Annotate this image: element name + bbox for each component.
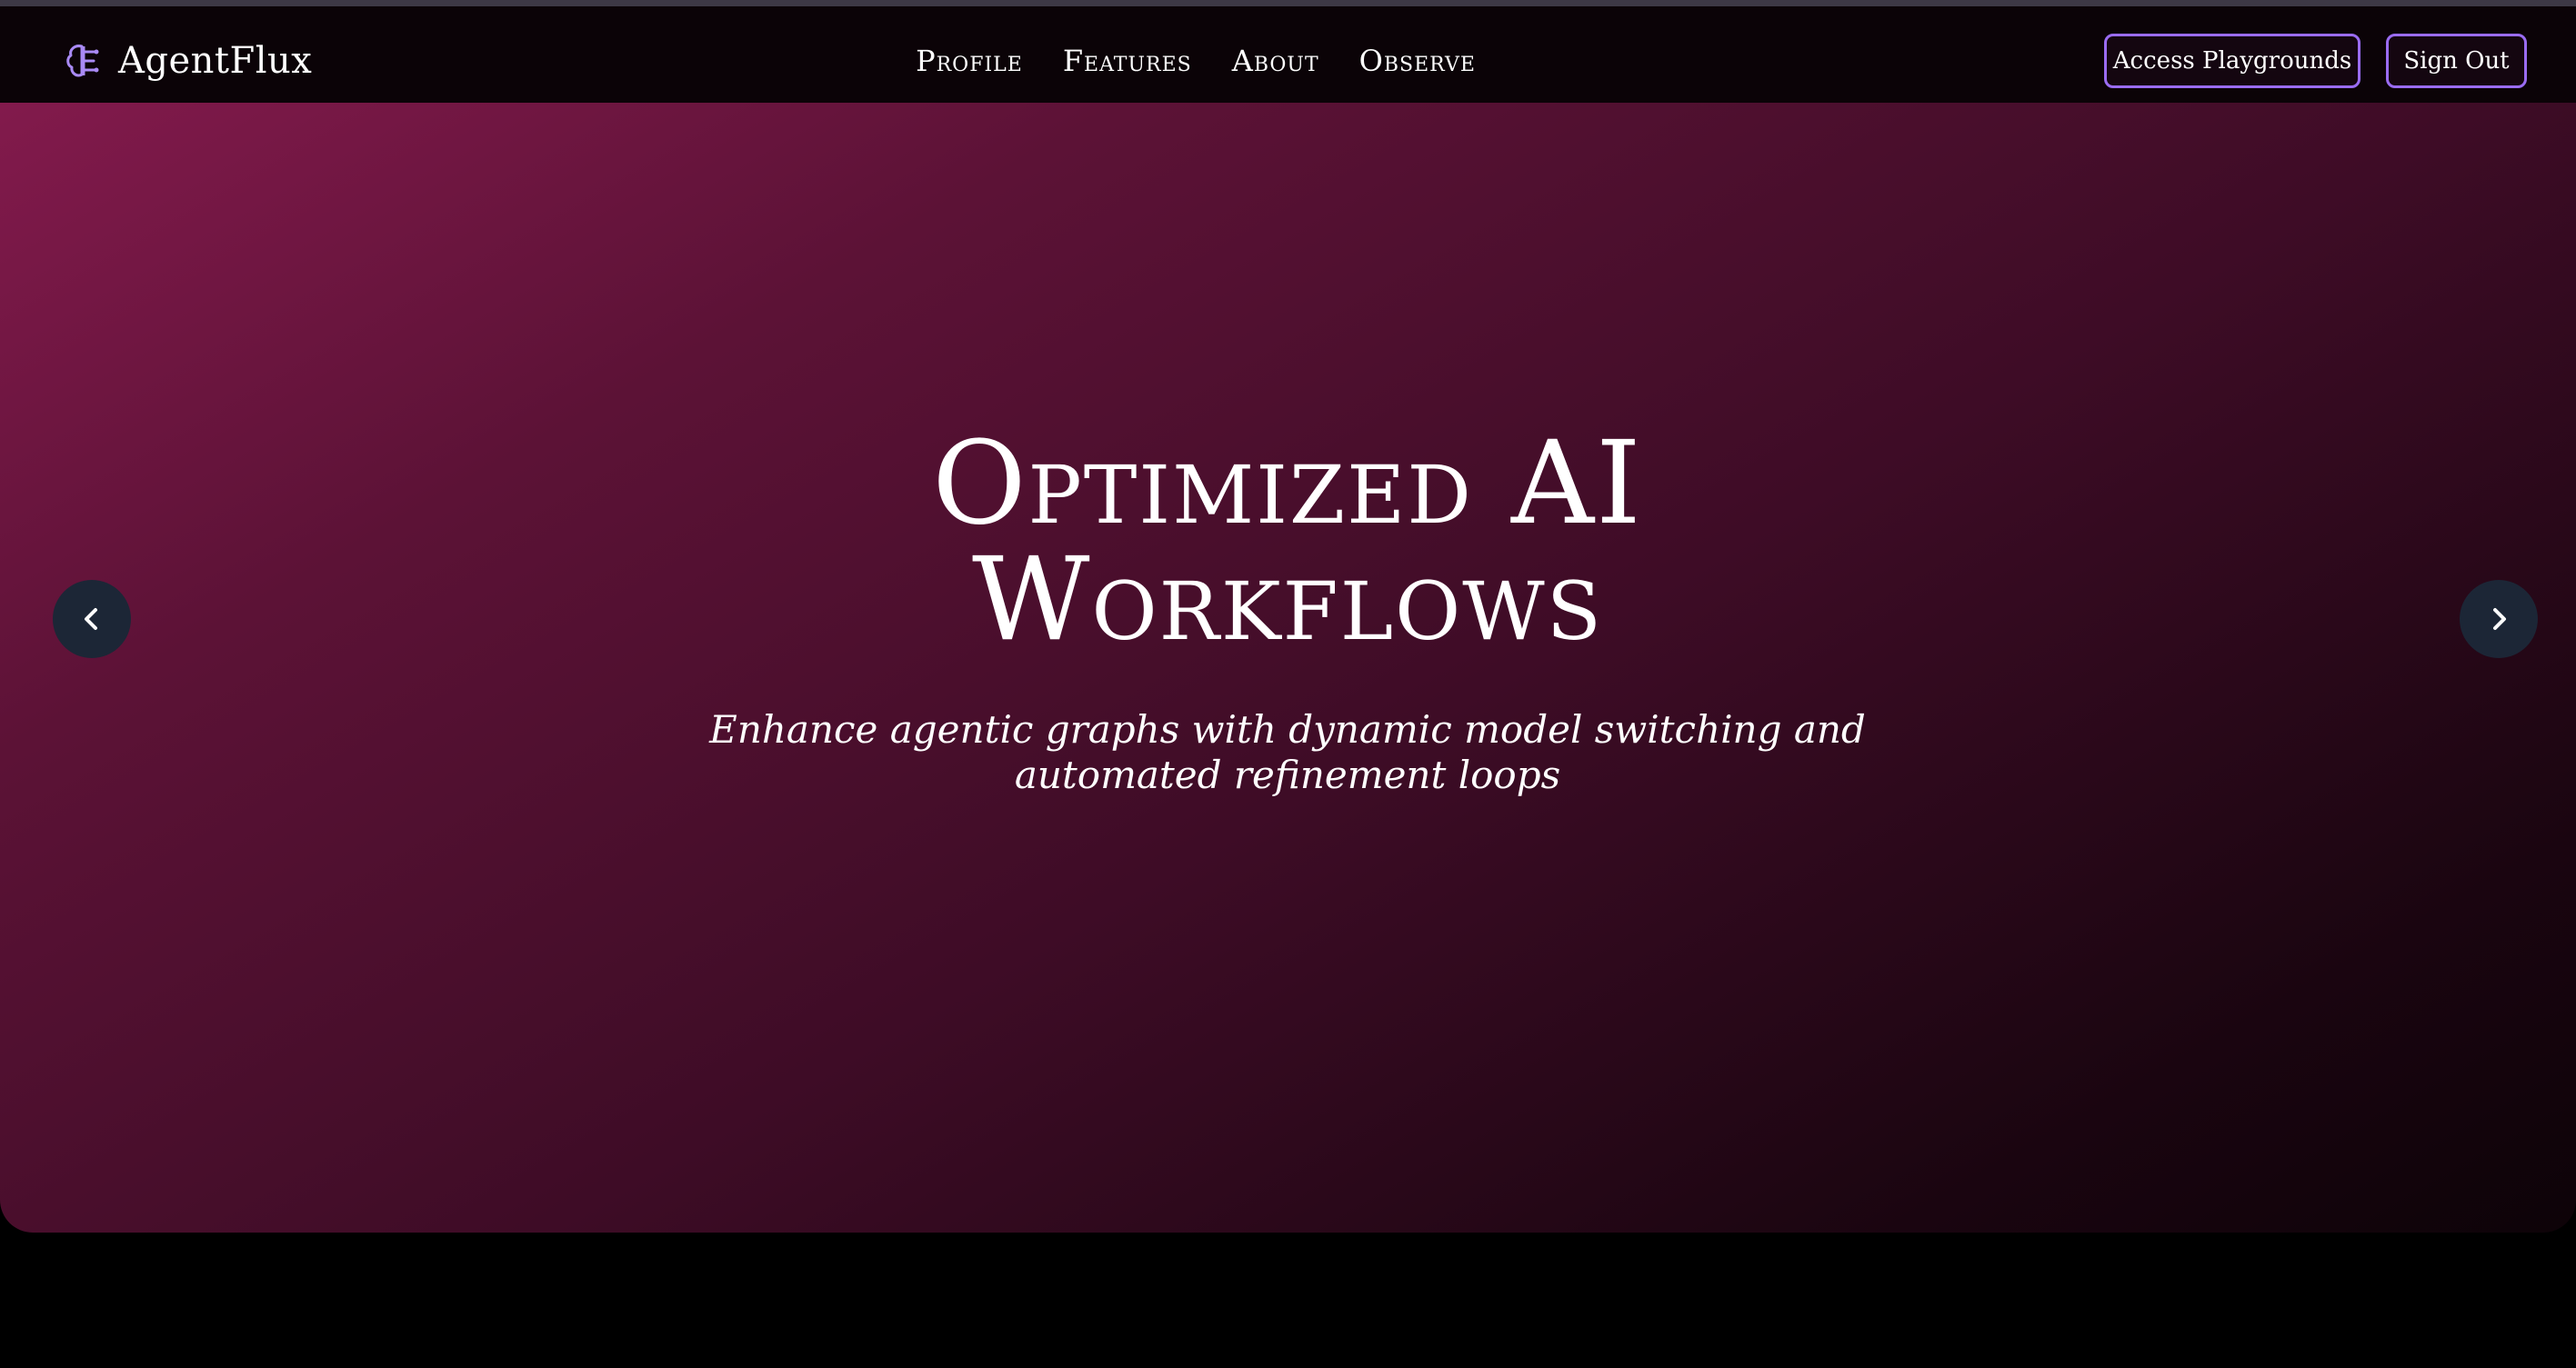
top-navbar: AgentFlux Profile Features About Observe… <box>0 6 2576 103</box>
chevron-left-icon <box>85 608 97 630</box>
sign-out-button[interactable]: Sign Out <box>2386 34 2527 88</box>
access-playgrounds-button[interactable]: Access Playgrounds <box>2104 34 2360 88</box>
brain-icon <box>64 41 104 81</box>
carousel-next-button[interactable] <box>2460 580 2538 658</box>
brand-name: AgentFlux <box>118 40 313 82</box>
nav-link-about[interactable]: About <box>1232 44 1319 78</box>
window-top-strip <box>0 0 2576 6</box>
hero-subtitle: Enhance agentic graphs with dynamic mode… <box>709 707 1866 797</box>
chevron-right-icon <box>2493 608 2506 630</box>
main-nav: Profile Features About Observe <box>909 34 1482 88</box>
nav-link-observe[interactable]: Observe <box>1359 44 1476 78</box>
hero-title-line-2: Workflows <box>971 533 1604 666</box>
nav-link-profile[interactable]: Profile <box>916 44 1023 78</box>
hero-title: Optimized AI Workflows <box>560 425 2015 658</box>
hero-carousel: Optimized AI Workflows Enhance agentic g… <box>0 103 2576 1233</box>
nav-link-features[interactable]: Features <box>1063 44 1192 78</box>
hero-title-line-1: Optimized AI <box>932 416 1643 550</box>
carousel-prev-button[interactable] <box>53 580 131 658</box>
brand-logo[interactable]: AgentFlux <box>64 34 312 88</box>
